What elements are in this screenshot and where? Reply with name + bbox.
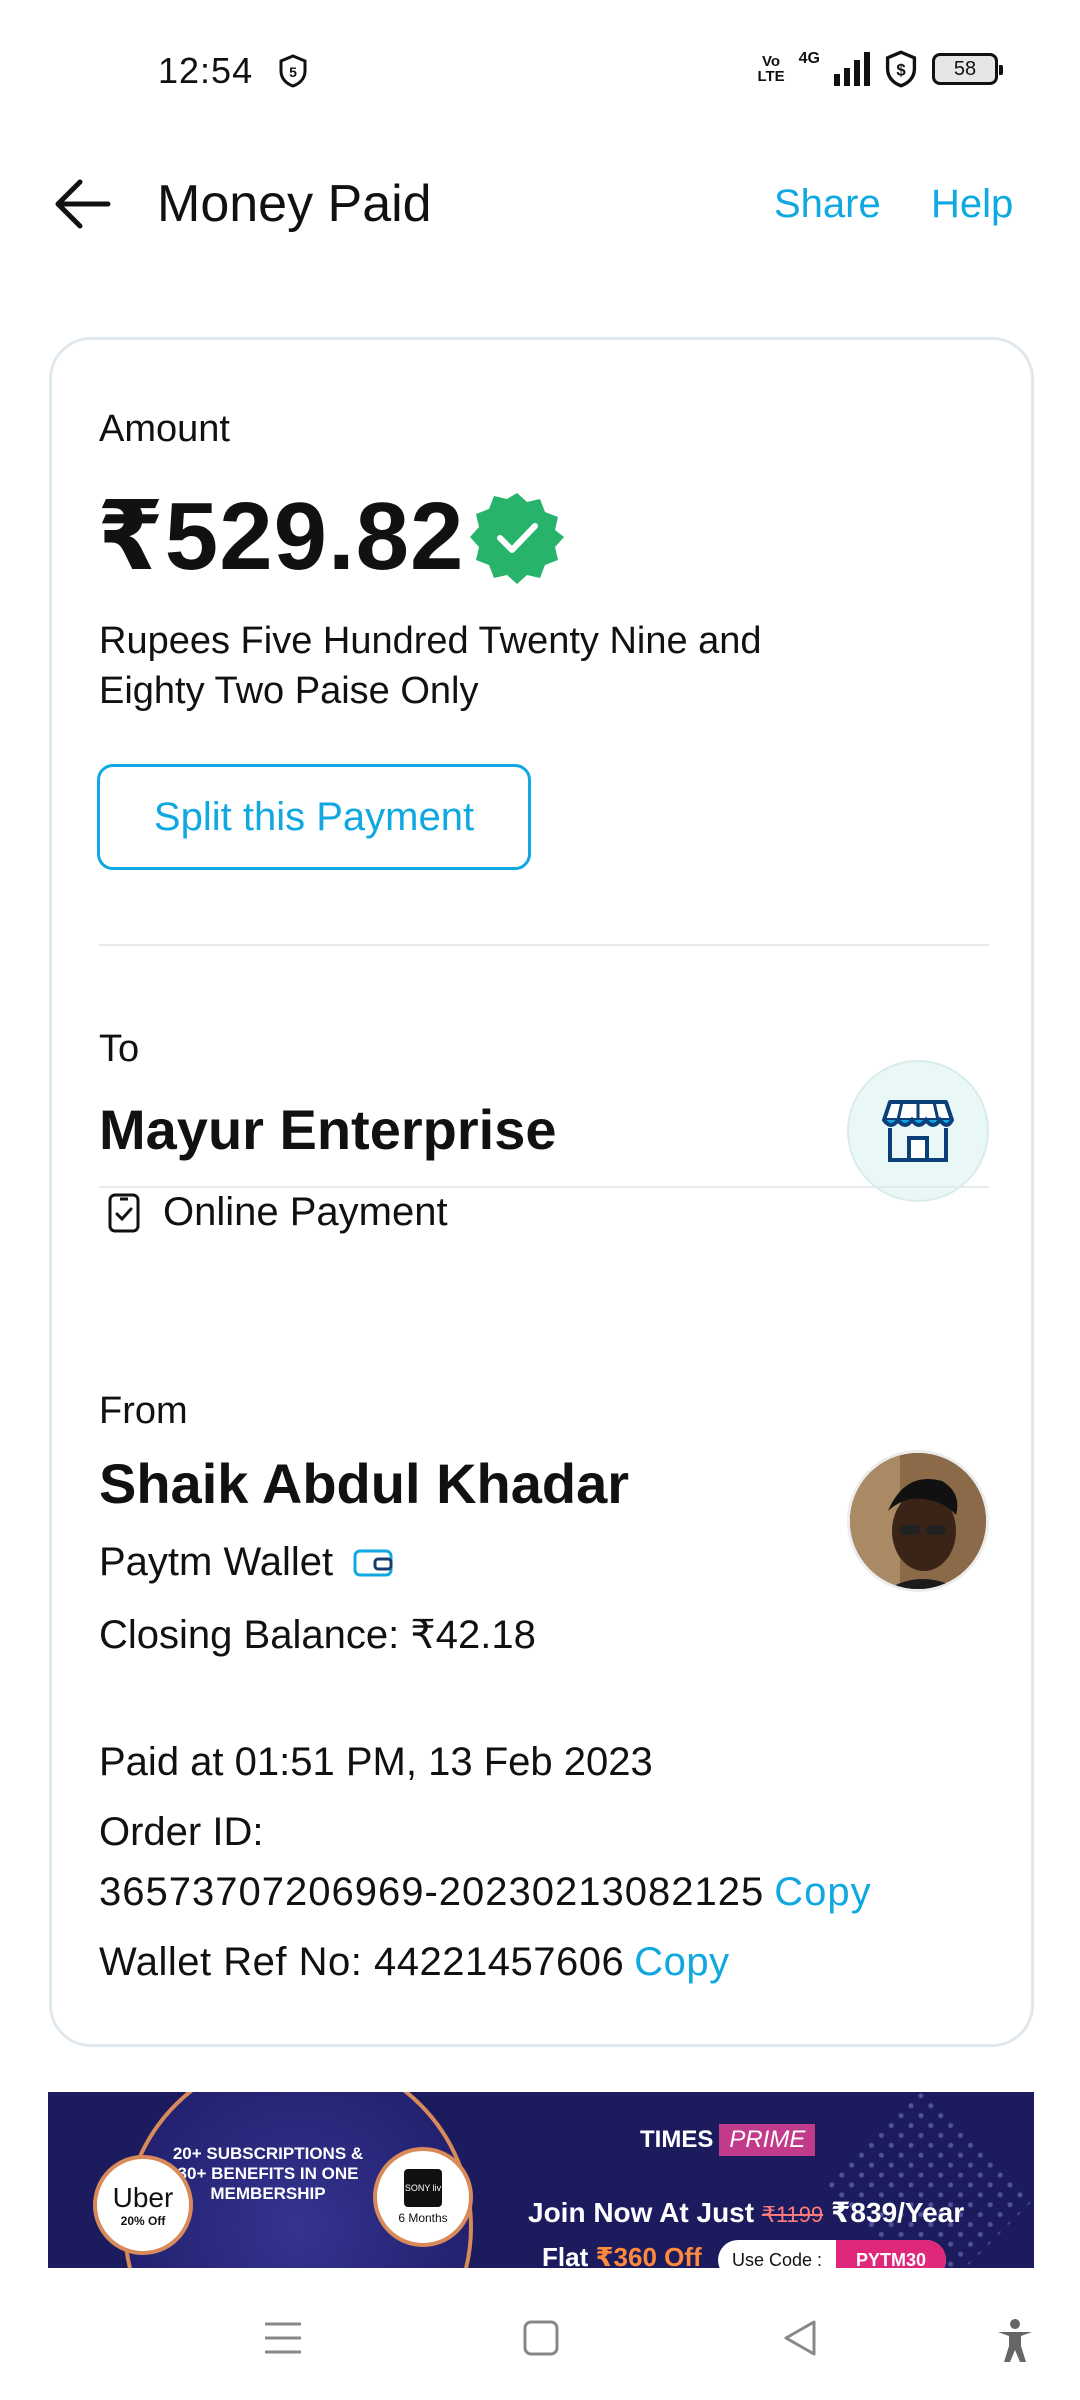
- from-label: From: [99, 1390, 188, 1432]
- merchant-avatar: [847, 1060, 989, 1202]
- profile-photo: [850, 1453, 986, 1589]
- network-type: 4G: [798, 50, 820, 67]
- sonyliv-badge: SONY liv 6 Months: [373, 2147, 473, 2247]
- system-nav-bar: [0, 2280, 1080, 2400]
- divider: [99, 1186, 989, 1188]
- divider: [99, 944, 989, 946]
- help-button[interactable]: Help: [931, 182, 1013, 227]
- share-button[interactable]: Share: [774, 182, 881, 227]
- accessibility-icon[interactable]: [995, 2318, 1035, 2364]
- sonyliv-logo: SONY liv: [404, 2169, 442, 2207]
- order-id-row: 36573707206969-20230213082125 Copy: [99, 1870, 872, 1915]
- to-label: To: [99, 1028, 140, 1070]
- signal-icon: [834, 52, 870, 86]
- times-prime-logo: TIMES PRIME: [640, 2124, 816, 2156]
- payment-details-card: Amount ₹529.82 Rupees Five Hundred Twent…: [49, 337, 1034, 2047]
- promo-code-pill: Use Code : PYTM30: [718, 2240, 947, 2268]
- split-payment-button[interactable]: Split this Payment: [97, 764, 531, 870]
- amount-in-words: Rupees Five Hundred Twenty Nine and Eigh…: [99, 620, 762, 712]
- svg-text:5: 5: [289, 64, 297, 80]
- payer-avatar: [847, 1450, 989, 1592]
- copy-wallet-ref-button[interactable]: Copy: [634, 1940, 729, 1984]
- verified-check-icon: [470, 493, 564, 584]
- closing-balance: Closing Balance: ₹42.18: [99, 1613, 536, 1657]
- shield-dollar-icon: $: [885, 50, 917, 88]
- payee-name: Mayur Enterprise: [99, 1098, 557, 1161]
- wallet-ref-row: Wallet Ref No: 44221457606 Copy: [99, 1940, 730, 1985]
- status-bar: 12:54 5 Vo LTE 4G $ 58: [0, 0, 1080, 140]
- home-square-icon[interactable]: [522, 2318, 560, 2358]
- wallet-ref-value: Wallet Ref No: 44221457606: [99, 1940, 625, 1984]
- promo-banner[interactable]: 20+ SUBSCRIPTIONS & 30+ BENEFITS IN ONE …: [48, 2092, 1034, 2268]
- banner-subscriptions-text: 20+ SUBSCRIPTIONS & 30+ BENEFITS IN ONE …: [172, 2144, 364, 2203]
- status-icons: Vo LTE 4G $ 58: [757, 50, 1003, 88]
- status-time: 12:54: [158, 50, 254, 91]
- payer-name: Shaik Abdul Khadar: [99, 1452, 630, 1515]
- back-arrow-icon[interactable]: [52, 178, 112, 230]
- order-id-label: Order ID:: [99, 1810, 264, 1854]
- back-triangle-icon[interactable]: [780, 2318, 820, 2358]
- banner-offer-text: Join Now At Just ₹1199 ₹839/Year: [528, 2197, 965, 2228]
- battery-icon: 58: [932, 53, 1003, 85]
- banner-flat-off: Flat ₹360 Off: [542, 2242, 702, 2268]
- shield-notification-icon: 5: [279, 54, 307, 88]
- store-icon: [882, 1100, 954, 1162]
- paid-at-timestamp: Paid at 01:51 PM, 13 Feb 2023: [99, 1740, 653, 1784]
- copy-order-id-button[interactable]: Copy: [774, 1870, 871, 1914]
- svg-text:$: $: [896, 61, 906, 80]
- page-title: Money Paid: [157, 175, 432, 233]
- payment-type: Online Payment: [99, 1190, 448, 1235]
- order-id-value: 36573707206969-20230213082125: [99, 1870, 765, 1914]
- amount-value: ₹529.82: [97, 483, 465, 590]
- volte-icon: Vo LTE: [757, 53, 785, 85]
- uber-badge: Uber 20% Off: [93, 2155, 193, 2255]
- payment-source: Paytm Wallet: [99, 1540, 393, 1585]
- payment-source-label: Paytm Wallet: [99, 1540, 334, 1584]
- wallet-icon: [353, 1549, 393, 1576]
- amount-label: Amount: [99, 408, 230, 450]
- menu-icon[interactable]: [263, 2318, 303, 2358]
- phone-check-icon: [108, 1193, 140, 1232]
- app-header: Money Paid Share Help: [0, 160, 1080, 250]
- payment-type-label: Online Payment: [163, 1190, 448, 1234]
